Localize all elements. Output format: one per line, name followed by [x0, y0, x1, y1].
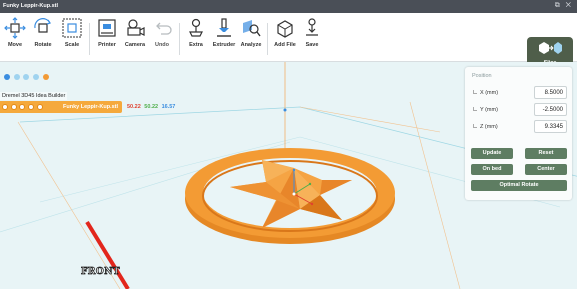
y-field-label: Y (mm)	[480, 107, 498, 113]
toolbar-separator	[89, 23, 90, 55]
position-panel: Position X (mm) 8.5000 Y (mm) -2.5000 Z …	[465, 67, 572, 200]
rotate-button[interactable]: Rotate	[30, 17, 56, 61]
panel-title: Position	[472, 73, 492, 79]
visibility-icon[interactable]	[10, 104, 17, 110]
x-field-label: X (mm)	[480, 90, 499, 96]
undo-button[interactable]: Undo	[149, 17, 175, 61]
add-file-icon	[277, 20, 293, 38]
collapse-icon[interactable]	[13, 74, 20, 80]
toolbar-separator	[179, 23, 180, 55]
analyze-button[interactable]: Analyze	[238, 17, 264, 61]
extra-button[interactable]: Extra	[183, 17, 209, 61]
group-icon[interactable]	[23, 74, 30, 80]
dim-x: 50.22	[127, 104, 141, 110]
add-file-button[interactable]: Add File	[272, 17, 298, 61]
extruder-button[interactable]: Extruder	[211, 17, 237, 61]
refresh-icon[interactable]	[36, 104, 43, 110]
update-button[interactable]: Update	[471, 148, 513, 159]
z-axis-icon	[473, 124, 477, 128]
camera-icon	[127, 19, 145, 36]
printer-icon	[98, 19, 116, 37]
x-field[interactable]: 8.5000	[534, 86, 567, 99]
window-title: Funky Leppir-Kup.stl	[3, 3, 58, 9]
x-field-row: X (mm) 8.5000	[471, 86, 567, 100]
y-field[interactable]: -2.5000	[534, 103, 567, 116]
window-controls[interactable]: ⧉ ✕	[555, 2, 573, 10]
z-field-label: Z (mm)	[480, 124, 498, 130]
title-bar: Funky Leppir-Kup.stl ⧉ ✕	[0, 0, 577, 13]
toolbar-separator	[267, 23, 268, 55]
slice-icon	[539, 42, 562, 54]
y-field-row: Y (mm) -2.5000	[471, 103, 567, 117]
copy-icon[interactable]	[19, 104, 26, 110]
main-toolbar: Move Rotate Scale Printer Camera Undo Ex…	[0, 13, 577, 69]
build-plate-front-edge	[85, 220, 130, 289]
printer-tree-label[interactable]: Dremel 3D45 Idea Builder	[0, 92, 68, 100]
build-volume-edge	[17, 121, 121, 289]
x-axis-icon	[473, 90, 477, 94]
reset-button[interactable]: Reset	[525, 148, 567, 159]
scale-icon	[62, 18, 82, 38]
origin-marker	[283, 108, 287, 112]
object-actions	[2, 104, 44, 112]
list-icon[interactable]	[33, 74, 40, 80]
dim-z: 16.57	[161, 104, 176, 110]
dim-y: 50.22	[144, 104, 159, 110]
object-dimensions: 50.22 50.22 16.57	[127, 104, 175, 110]
expand-icon[interactable]	[4, 74, 10, 80]
object-row[interactable]: Funky Leppir-Kup.stl	[0, 101, 122, 113]
extra-icon	[189, 18, 203, 37]
edit-icon[interactable]	[28, 104, 35, 110]
close-icon[interactable]	[2, 104, 8, 110]
build-volume-edge	[409, 101, 461, 289]
tree-toolbar	[4, 74, 51, 84]
settings-icon[interactable]	[42, 74, 49, 80]
extruder-icon	[217, 18, 231, 37]
build-volume-edge	[299, 106, 441, 133]
analyze-icon	[243, 20, 261, 37]
printer-button[interactable]: Printer	[94, 17, 120, 61]
save-icon	[306, 18, 318, 36]
optimal-rotate-button[interactable]: Optimal Rotate	[471, 180, 567, 191]
view-cube-front-label[interactable]: FRONT	[81, 267, 120, 278]
y-axis-icon	[473, 107, 477, 111]
center-button[interactable]: Center	[525, 164, 567, 175]
rotate-icon	[34, 18, 51, 33]
save-button[interactable]: Save	[299, 17, 325, 61]
move-icon	[4, 17, 26, 39]
undo-icon	[156, 22, 172, 35]
camera-button[interactable]: Camera	[122, 17, 148, 61]
scale-button[interactable]: Scale	[59, 17, 85, 61]
on-bed-button[interactable]: On bed	[471, 164, 513, 175]
object-name: Funky Leppir-Kup.stl	[63, 104, 118, 110]
z-field[interactable]: 9.3345	[534, 120, 567, 133]
z-field-row: Z (mm) 9.3345	[471, 120, 567, 134]
move-button[interactable]: Move	[2, 17, 28, 61]
